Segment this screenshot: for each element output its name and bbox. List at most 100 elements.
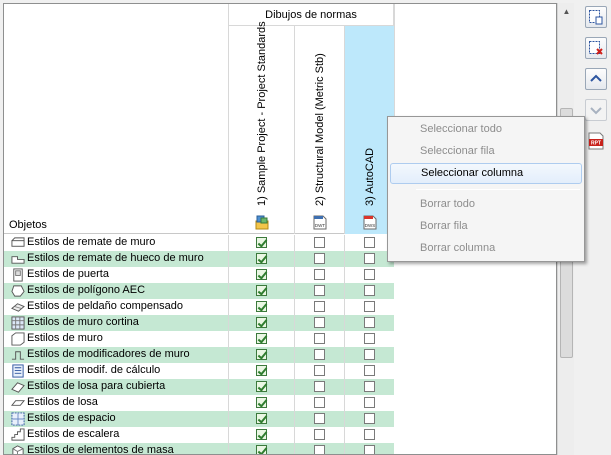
column-label: 3) AutoCAD (363, 147, 376, 206)
row-label: Estilos de remate de muro (27, 236, 156, 248)
checkbox-unchecked[interactable] (313, 349, 325, 360)
checkbox-unchecked[interactable] (313, 333, 325, 344)
checkbox-checked[interactable] (255, 333, 267, 344)
checkbox-cell (228, 315, 294, 331)
project-standards-icon (255, 215, 268, 230)
row-label: Estilos de muro cortina (27, 316, 139, 328)
checkbox-unchecked[interactable] (313, 253, 325, 264)
checkbox-cell (294, 251, 344, 267)
checkbox-unchecked[interactable] (313, 413, 325, 424)
objects-header: Objetos (9, 219, 47, 231)
menu-item-select-row[interactable]: Seleccionar fila (390, 141, 582, 162)
checkbox-cell (228, 267, 294, 283)
checkbox-checked[interactable] (255, 317, 267, 328)
table-row[interactable]: Estilos de muro (4, 331, 394, 347)
checkbox-checked[interactable] (255, 397, 267, 408)
checkbox-unchecked[interactable] (363, 349, 375, 360)
checkbox-checked[interactable] (255, 381, 267, 392)
checkbox-unchecked[interactable] (313, 317, 325, 328)
checkbox-unchecked[interactable] (313, 301, 325, 312)
checkbox-unchecked[interactable] (313, 237, 325, 248)
move-up-button[interactable] (585, 68, 607, 90)
table-row[interactable]: Estilos de polígono AEC (4, 283, 394, 299)
checkbox-cell (344, 363, 394, 379)
move-down-button[interactable] (585, 99, 607, 121)
row-label: Estilos de modificadores de muro (27, 348, 190, 360)
checkbox-checked[interactable] (255, 349, 267, 360)
checkbox-unchecked[interactable] (363, 445, 375, 454)
table-row[interactable]: Estilos de modificadores de muro (4, 347, 394, 363)
wall-endcap-style-icon (11, 237, 25, 247)
table-row[interactable]: Estilos de puerta (4, 267, 394, 283)
checkbox-checked[interactable] (255, 445, 267, 454)
checkbox-checked[interactable] (255, 269, 267, 280)
checkbox-checked[interactable] (255, 413, 267, 424)
scroll-up-icon[interactable]: ▲ (559, 4, 574, 19)
context-menu: Seleccionar todo Seleccionar fila Selecc… (387, 116, 585, 262)
remove-standards-file-button[interactable] (585, 37, 607, 59)
menu-item-clear-all[interactable]: Borrar todo (390, 194, 582, 215)
table-row[interactable]: Estilos de escalera (4, 427, 394, 443)
checkbox-checked[interactable] (255, 365, 267, 376)
opening-endcap-style-icon (11, 256, 25, 264)
checkbox-unchecked[interactable] (313, 429, 325, 440)
table-row[interactable]: Estilos de modif. de cálculo (4, 363, 394, 379)
menu-item-clear-row[interactable]: Borrar fila (390, 216, 582, 237)
checkbox-cell (294, 347, 344, 363)
report-icon: RPT (588, 132, 604, 150)
row-label: Estilos de muro (27, 332, 103, 344)
report-icon-label: RPT (591, 141, 601, 147)
menu-item-select-all[interactable]: Seleccionar todo (390, 119, 582, 140)
checkbox-checked[interactable] (255, 429, 267, 440)
curtain-wall-style-icon (11, 316, 25, 330)
checkbox-unchecked[interactable] (363, 413, 375, 424)
checkbox-unchecked[interactable] (313, 285, 325, 296)
wall-style-icon (11, 332, 25, 346)
menu-item-clear-column[interactable]: Borrar columna (390, 238, 582, 259)
checkbox-unchecked[interactable] (363, 429, 375, 440)
aec-polygon-style-icon (11, 285, 25, 297)
checkbox-cell (228, 331, 294, 347)
winder-style-icon (11, 303, 25, 312)
row-label: Estilos de escalera (27, 428, 120, 440)
table-row[interactable]: Estilos de muro cortina (4, 315, 394, 331)
menu-item-select-column[interactable]: Seleccionar columna (390, 163, 582, 184)
checkbox-unchecked[interactable] (313, 269, 325, 280)
table-row[interactable]: Estilos de losa (4, 395, 394, 411)
table-row[interactable]: Estilos de peldaño compensado (4, 299, 394, 315)
checkbox-checked[interactable] (255, 301, 267, 312)
checkbox-unchecked[interactable] (363, 381, 375, 392)
checkbox-unchecked[interactable] (313, 381, 325, 392)
checkbox-cell (228, 379, 294, 395)
checkbox-checked[interactable] (255, 285, 267, 296)
checkbox-cell (344, 347, 394, 363)
checkbox-unchecked[interactable] (363, 285, 375, 296)
checkbox-unchecked[interactable] (363, 237, 375, 248)
column-header-project-standards[interactable]: 1) Sample Project - Project Standards (228, 21, 294, 234)
checkbox-cell (294, 331, 344, 347)
checkbox-checked[interactable] (255, 253, 267, 264)
add-file-icon (589, 10, 603, 25)
table-row[interactable]: Estilos de remate de muro (4, 235, 394, 251)
checkbox-unchecked[interactable] (363, 333, 375, 344)
row-label: Estilos de losa para cubierta (27, 380, 166, 392)
column-header-structural-model[interactable]: 2) Structural Model (Metric Stb) DWT (294, 26, 344, 234)
checkbox-unchecked[interactable] (313, 397, 325, 408)
table-row[interactable]: Estilos de espacio (4, 411, 394, 427)
checkbox-unchecked[interactable] (363, 269, 375, 280)
row-label: Estilos de peldaño compensado (27, 300, 183, 312)
table-row[interactable]: Estilos de remate de hueco de muro (4, 251, 394, 267)
table-row[interactable]: Estilos de elementos de masa (4, 443, 394, 454)
checkbox-unchecked[interactable] (313, 365, 325, 376)
checkbox-unchecked[interactable] (313, 445, 325, 454)
report-button[interactable]: RPT (585, 130, 607, 152)
checkbox-cell (344, 411, 394, 427)
checkbox-unchecked[interactable] (363, 301, 375, 312)
checkbox-unchecked[interactable] (363, 365, 375, 376)
checkbox-unchecked[interactable] (363, 253, 375, 264)
add-standards-file-button[interactable] (585, 6, 607, 28)
checkbox-unchecked[interactable] (363, 317, 375, 328)
checkbox-checked[interactable] (255, 237, 267, 248)
table-row[interactable]: Estilos de losa para cubierta (4, 379, 394, 395)
checkbox-unchecked[interactable] (363, 397, 375, 408)
